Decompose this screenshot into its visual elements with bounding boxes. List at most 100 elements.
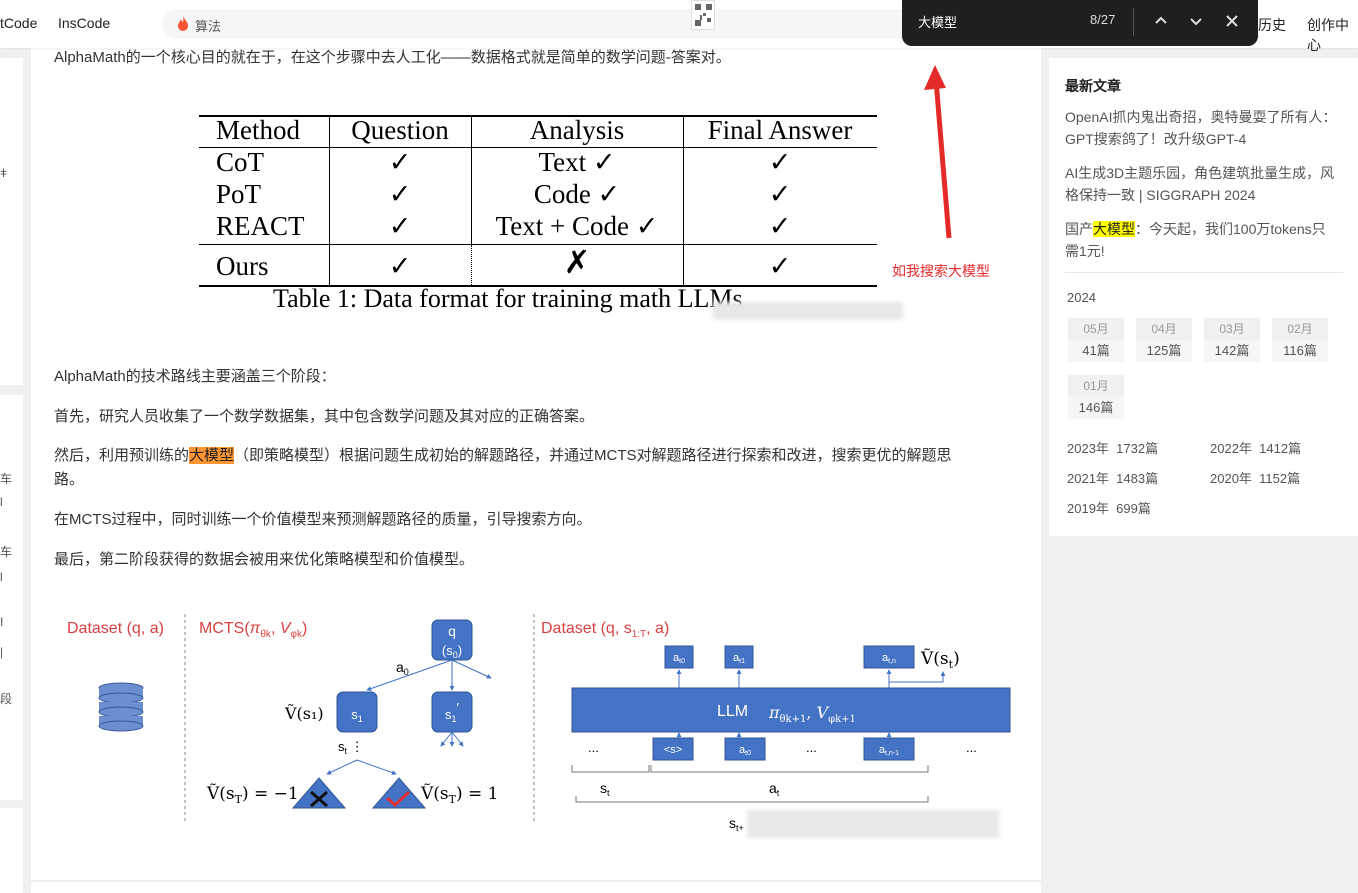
find-close-button[interactable]: [1221, 10, 1243, 32]
terminal-node-correct: [371, 777, 427, 809]
left-sidebar-fragment: l: [0, 570, 3, 584]
action-label: a0: [396, 659, 409, 677]
value-st-label: Ṽ(st): [920, 648, 960, 671]
search-query-text: 算法: [195, 19, 222, 34]
right-sidebar: 最新文章 OpenAI抓内鬼出奇招，奥特曼耍了所有人：GPT搜索鸽了！改升级GP…: [1049, 58, 1358, 536]
mcts-label: MCTS(πθk, Vφk): [199, 620, 307, 640]
watermark-blur: [747, 810, 999, 838]
table-header-cell: Question: [351, 115, 449, 145]
left-sidebar-card: 车 l 车 l I | 段: [0, 395, 23, 800]
table-caption: Table 1: Data format for training math L…: [273, 284, 743, 313]
find-input[interactable]: 大模型: [918, 12, 957, 31]
mcts-node-s1-prime: [431, 691, 473, 733]
chevron-down-icon: [1190, 18, 1202, 26]
nav-link-history[interactable]: 历史: [1258, 15, 1286, 35]
article-paragraph: 首先，研究人员收集了一个数学数据集，其中包含数学问题及其对应的正确答案。: [54, 408, 595, 425]
table-header-cell: Analysis: [529, 115, 625, 145]
archive-year-row[interactable]: 2021年 1483篇: [1067, 468, 1158, 487]
left-sidebar-fragment: 段: [0, 692, 13, 706]
value-pos-label: Ṽ(sT) = 1: [420, 783, 498, 806]
svg-text:q: q: [448, 623, 456, 639]
table-cell: ✓: [768, 179, 792, 209]
table-cell: ✓: [768, 251, 792, 281]
article-paragraph: 在MCTS过程中，同时训练一个价值模型来预测解题路径的质量，引导搜索方向。: [54, 511, 592, 528]
root-state-label: (s0): [442, 643, 462, 660]
article-paragraph: 最后，第二阶段获得的数据会被用来优化策略模型和价值模型。: [54, 551, 475, 568]
table-cell: ✓: [388, 211, 412, 241]
nav-link-inscode[interactable]: InsCode: [58, 15, 110, 31]
svg-text:...: ...: [966, 740, 977, 755]
find-match-count: 8/27: [1090, 12, 1116, 27]
archive-year: 2024: [1067, 290, 1096, 305]
dataset-label: Dataset (q, a): [67, 620, 164, 637]
table-cell: PoT: [216, 179, 262, 209]
svg-text:LLM: LLM: [717, 703, 748, 720]
table-cell: ✓: [388, 251, 412, 281]
brace-at-label: at: [769, 780, 780, 798]
value-neg-label: Ṽ(sT) = −1: [206, 783, 299, 806]
close-icon: [1226, 15, 1238, 27]
archive-month[interactable]: 04月 125篇: [1136, 318, 1192, 362]
find-separator: [1133, 8, 1134, 36]
find-current-match: 大模型: [189, 447, 235, 464]
st-label: st ⋮: [338, 739, 364, 756]
pipeline-svg: Dataset (q, a) MCTS(πθk, Vφk) q (s0) a0 …: [67, 614, 1011, 833]
table-cell: ✓: [388, 147, 412, 177]
left-sidebar-fragment: |: [0, 645, 4, 659]
find-previous-button[interactable]: [1150, 10, 1172, 32]
database-icon: [98, 682, 144, 732]
nav-link-creator-center[interactable]: 创作中心: [1307, 15, 1358, 55]
left-sidebar-fragment: 车: [0, 545, 13, 559]
dataset2-label: Dataset (q, s1:T, a): [541, 620, 669, 640]
article-paragraph: AlphaMath的技术路线主要涵盖三个阶段：: [54, 368, 336, 385]
search-input[interactable]: 算法: [162, 9, 922, 39]
llm-block: [571, 687, 1011, 733]
archive-year-row[interactable]: 2023年 1732篇: [1067, 438, 1158, 457]
left-sidebar-fragment: I: [0, 615, 4, 629]
chevron-up-icon: [1155, 16, 1167, 24]
article-paragraph: 然后，利用预训练的大模型（即策略模型）根据问题生成初始的解题路径，并通过MCTS…: [54, 447, 952, 488]
left-sidebar-fragment: 车: [0, 472, 13, 486]
archive-year-row[interactable]: 2020年 1152篇: [1210, 468, 1300, 487]
table-cell: Text ✓: [538, 147, 616, 177]
archive-month[interactable]: 05月 41篇: [1068, 318, 1124, 362]
table-header-cell: Final Answer: [707, 115, 853, 145]
value-s1-label: Ṽ(s₁): [284, 703, 324, 723]
latest-article-link[interactable]: OpenAI抓内鬼出奇招，奥特曼耍了所有人：GPT搜索鸽了！改升级GPT-4: [1065, 106, 1337, 150]
table-cell: ✓: [388, 179, 412, 209]
archive-year-row[interactable]: 2022年 1412篇: [1210, 438, 1301, 457]
find-in-page-bar: 大模型 8/27: [902, 0, 1258, 46]
table-cell: ✗: [563, 244, 591, 280]
red-arrow-annotation: [924, 65, 952, 239]
svg-text:...: ...: [806, 740, 817, 755]
latest-article-link[interactable]: AI生成3D主题乐园，角色建筑批量生成，风格保持一致 | SIGGRAPH 20…: [1065, 162, 1337, 206]
terminal-node-wrong: [291, 777, 347, 809]
find-match-highlight: 大模型: [1093, 221, 1135, 237]
divider: [1065, 272, 1343, 273]
alphamath-pipeline-diagram: Dataset (q, a) MCTS(πθk, Vφk) q (s0) a0 …: [31, 600, 1031, 845]
table-cell: ✓: [768, 147, 792, 177]
brace-st1-label: st+: [729, 815, 744, 833]
left-sidebar-fragment: l: [0, 495, 3, 509]
left-sidebar-card: [0, 808, 23, 893]
brace-st-label: st: [600, 780, 610, 798]
table-cell: ✓: [768, 211, 792, 241]
table-cell: REACT: [216, 211, 305, 241]
qr-code-icon: [691, 0, 715, 30]
archive-month[interactable]: 02月 116篇: [1272, 318, 1328, 362]
table-cell: Ours: [216, 251, 269, 281]
table-header-cell: Method: [216, 115, 300, 145]
table-cell: CoT: [216, 147, 265, 177]
left-sidebar-fragment: ǂ: [0, 166, 8, 180]
svg-text:...: ...: [588, 740, 599, 755]
archive-month[interactable]: 01月 146篇: [1068, 375, 1124, 419]
next-section-edge: [31, 882, 1041, 893]
find-next-button[interactable]: [1185, 10, 1207, 32]
latest-article-link[interactable]: 国产大模型：今天起，我们100万tokens只需1元!: [1065, 218, 1337, 262]
archive-year-row[interactable]: 2019年 699篇: [1067, 498, 1151, 517]
annotation-text: 如我搜索大模型: [892, 263, 990, 279]
archive-month[interactable]: 03月 142篇: [1204, 318, 1260, 362]
left-sidebar-card: ǂ: [0, 58, 23, 385]
table-cell: Code ✓: [533, 179, 621, 209]
nav-link-code[interactable]: tCode: [0, 15, 37, 31]
